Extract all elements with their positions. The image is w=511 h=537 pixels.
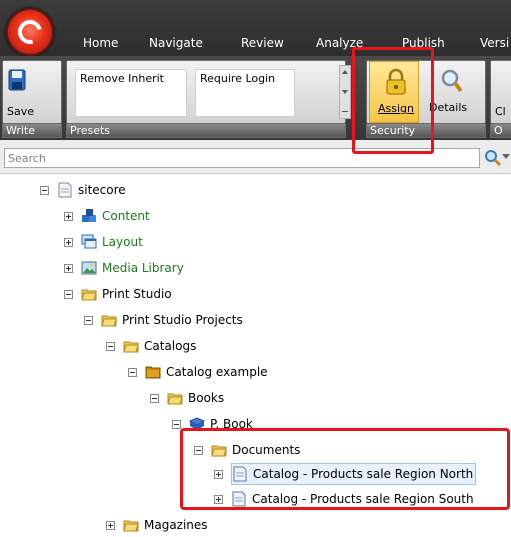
tree-node-catalog-example[interactable]: Catalog example — [128, 360, 268, 384]
folder-icon — [123, 520, 139, 532]
details-button[interactable]: Details — [423, 61, 479, 123]
expand-icon[interactable] — [64, 211, 73, 221]
collapse-icon[interactable] — [194, 445, 203, 455]
tree-node-print-studio[interactable]: Print Studio — [64, 282, 172, 306]
selected-item[interactable]: Catalog - Products sale Region North — [231, 463, 477, 485]
tree-node-media-library[interactable]: Media Library — [64, 256, 184, 280]
tree-node-catalogs[interactable]: Catalogs — [106, 334, 196, 358]
tab-analyze[interactable]: Analyze — [316, 36, 363, 50]
expand-icon[interactable] — [64, 263, 73, 273]
collapse-icon[interactable] — [84, 315, 93, 325]
tree-node-documents[interactable]: Documents — [194, 438, 300, 462]
tab-review[interactable]: Review — [241, 36, 284, 50]
next-group: Cl — [490, 60, 511, 124]
tree-node-books[interactable]: Books — [150, 386, 224, 410]
next-group-button-label[interactable]: Cl — [495, 105, 506, 118]
document-icon — [232, 491, 246, 507]
security-group-label: Security — [366, 124, 486, 138]
tree-node-layout[interactable]: Layout — [64, 230, 143, 254]
tree-node-sitecore[interactable]: sitecore — [40, 178, 126, 202]
ribbon-groups: Save Write Remove Inherit Require Login … — [0, 56, 511, 140]
details-label: Details — [429, 101, 468, 114]
document-icon — [58, 182, 72, 198]
tree-node-content[interactable]: Content — [64, 204, 150, 228]
collapse-icon[interactable] — [64, 289, 73, 299]
folder-icon — [101, 315, 117, 327]
tab-navigate[interactable]: Navigate — [149, 36, 203, 50]
save-icon — [8, 69, 26, 91]
presets-scroll[interactable] — [339, 65, 351, 119]
collapse-icon[interactable] — [172, 419, 181, 429]
search-icon[interactable] — [484, 149, 502, 167]
require-login-button[interactable]: Require Login — [195, 69, 295, 117]
folder-icon — [123, 341, 139, 353]
image-icon — [81, 261, 97, 275]
orb-logo-icon — [13, 15, 47, 49]
presets-group-label: Presets — [66, 124, 346, 138]
tree-node-print-studio-projects[interactable]: Print Studio Projects — [84, 308, 243, 332]
expand-icon[interactable] — [64, 237, 73, 247]
security-group: Assign Details — [366, 60, 486, 124]
assign-button[interactable]: Assign — [369, 61, 419, 123]
book-icon — [189, 417, 205, 430]
save-button-label: Save — [7, 105, 35, 118]
write-group: Save — [2, 60, 62, 124]
expand-icon[interactable] — [106, 520, 115, 530]
ribbon: Home Navigate Review Analyze Publish Ver… — [0, 0, 511, 140]
collapse-icon[interactable] — [150, 393, 159, 403]
content-tree: sitecore Content Layout Media Library Pr… — [0, 176, 511, 537]
search-options-chevron-icon[interactable] — [502, 154, 510, 159]
expand-icon[interactable] — [214, 494, 223, 504]
write-group-label: Write — [2, 124, 62, 138]
search-bar — [0, 140, 511, 174]
collapse-icon[interactable] — [128, 367, 137, 377]
presets-group: Remove Inherit Require Login — [66, 60, 351, 124]
collapse-icon[interactable] — [106, 341, 115, 351]
tree-node-magazines[interactable]: Magazines — [106, 513, 208, 537]
presets-scroll-up-icon[interactable] — [342, 70, 348, 74]
save-button[interactable]: Save — [3, 61, 61, 123]
catalog-folder-icon — [145, 366, 161, 379]
ribbon-tab-bar: Home Navigate Review Analyze Publish Ver… — [0, 0, 511, 56]
search-input[interactable] — [4, 148, 480, 168]
next-group-label: O — [490, 124, 511, 138]
tree-node-p-book[interactable]: P. Book — [172, 412, 253, 436]
tab-publish[interactable]: Publish — [402, 36, 445, 50]
application-orb-button[interactable] — [6, 8, 54, 56]
collapse-icon[interactable] — [40, 185, 49, 195]
remove-inherit-label: Remove Inherit — [80, 72, 164, 85]
remove-inherit-button[interactable]: Remove Inherit — [75, 69, 187, 117]
assign-label: Assign — [378, 102, 414, 115]
layout-windows-icon — [81, 234, 97, 249]
content-cubes-icon — [82, 209, 96, 222]
tab-home[interactable]: Home — [83, 36, 118, 50]
presets-expand-icon[interactable] — [342, 106, 348, 112]
document-icon — [233, 466, 247, 482]
padlock-icon — [386, 68, 406, 95]
magnifier-icon — [441, 69, 463, 93]
tree-node-catalog-north[interactable]: Catalog - Products sale Region North — [214, 462, 477, 486]
tree-node-catalog-south[interactable]: Catalog - Products sale Region South — [214, 487, 474, 511]
folder-icon — [167, 393, 183, 405]
folder-icon — [211, 445, 227, 457]
folder-icon — [81, 289, 97, 301]
presets-scroll-down-icon[interactable] — [342, 90, 348, 94]
tab-versions[interactable]: Versi — [480, 36, 509, 50]
require-login-label: Require Login — [200, 72, 276, 85]
expand-icon[interactable] — [214, 469, 223, 479]
